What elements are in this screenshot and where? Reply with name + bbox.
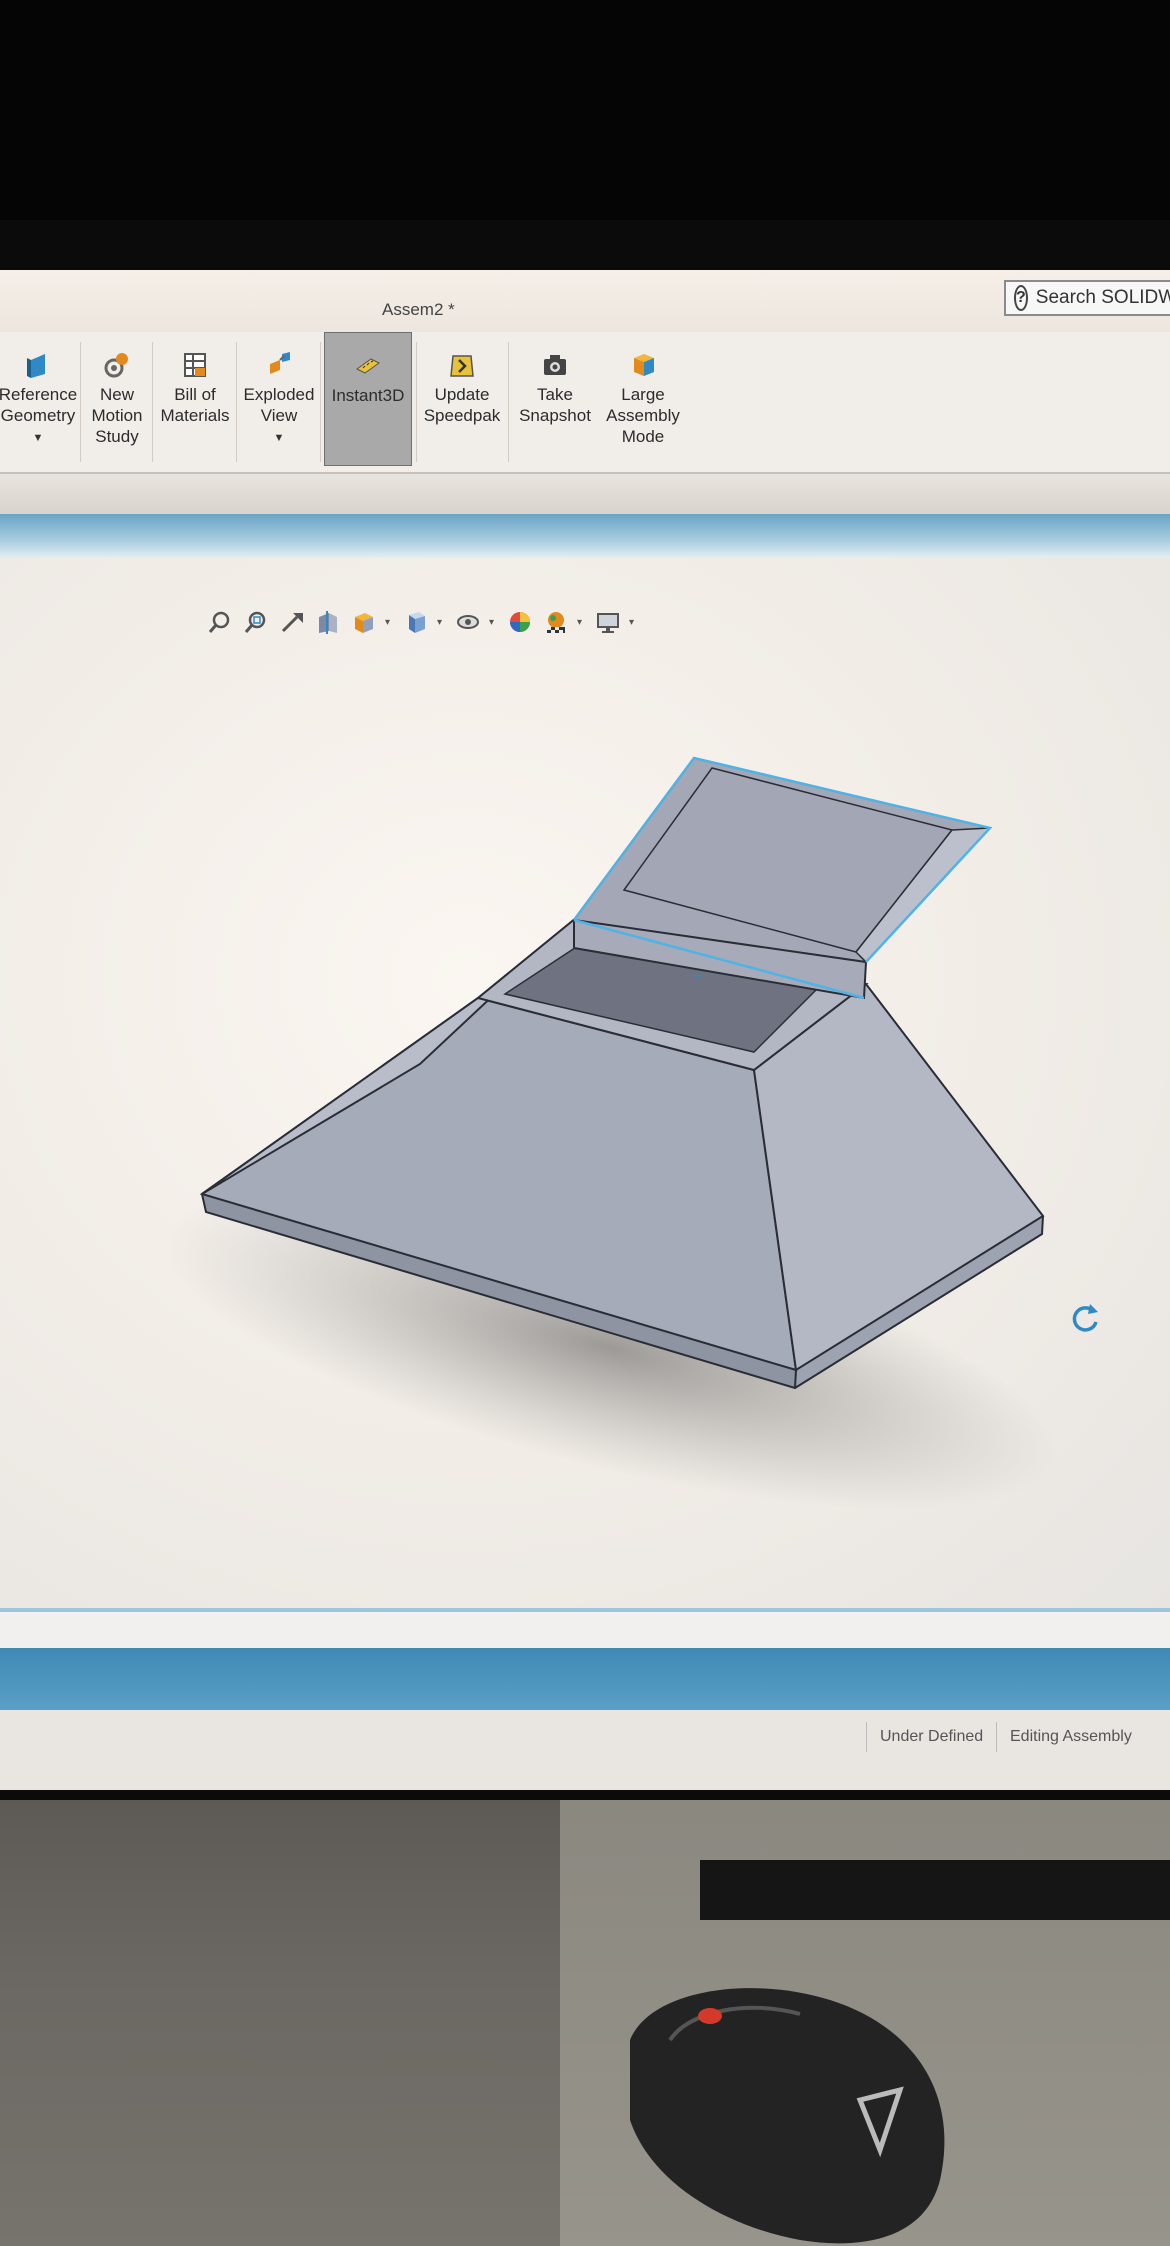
exploded-view-button[interactable]: Exploded View ▼ (240, 332, 318, 466)
instant3d-button[interactable]: Instant3D (324, 332, 412, 466)
large-assembly-icon (634, 354, 654, 376)
ribbon-divider (508, 342, 509, 462)
status-constraint: Under Defined (880, 1728, 984, 1745)
task-strip (0, 1648, 1170, 1710)
reference-geometry-icon (27, 354, 45, 378)
reference-geometry-label-1: Reference (0, 385, 78, 404)
status-divider (866, 1722, 867, 1752)
instant3d-icon (356, 358, 380, 374)
origin-marker: + (692, 968, 704, 984)
chevron-down-icon[interactable]: ▼ (33, 428, 44, 449)
rotate-icon[interactable] (1068, 1300, 1102, 1334)
update-speedpak-label-1: Update (434, 385, 490, 404)
ribbon-divider (416, 342, 417, 462)
speedpak-icon (450, 355, 474, 377)
new-motion-study-label-1: New (99, 385, 134, 404)
take-snapshot-button[interactable]: Take Snapshot (512, 332, 598, 466)
ribbon-divider (152, 342, 153, 462)
instant3d-label: Instant3D (331, 386, 405, 405)
large-assembly-label-1: Large (621, 385, 665, 404)
status-mode: Editing Assembly (1010, 1728, 1132, 1745)
reference-geometry-button[interactable]: Reference Geometry ▼ (0, 332, 78, 466)
corner-edge (794, 1369, 797, 1389)
camera-icon (544, 355, 566, 375)
bill-of-materials-label-2: Materials (160, 406, 230, 425)
monitor-base (700, 1860, 1170, 1920)
large-assembly-label-3: Mode (621, 427, 665, 446)
ribbon-divider (80, 342, 81, 462)
large-assembly-mode-button[interactable]: Large Assembly Mode (600, 332, 686, 466)
solidworks-window: Assem2 * ? Search SOLIDW Reference Geome… (0, 270, 1170, 1790)
search-box[interactable]: ? Search SOLIDW (1004, 280, 1170, 316)
bill-of-materials-button[interactable]: Bill of Materials (156, 332, 234, 466)
graphics-area[interactable]: ▾ ▾ ▾ ▾ ▾ + (0, 558, 1170, 1608)
chevron-down-icon[interactable]: ▼ (274, 428, 285, 449)
ribbon-divider (320, 342, 321, 462)
new-motion-study-label-2: Motion (91, 406, 143, 425)
large-assembly-label-2: Assembly (606, 406, 680, 425)
status-bar: Under Defined Editing Assembly (0, 1710, 1170, 1790)
new-motion-study-label-3: Study (95, 427, 139, 446)
viewport-bottom-border (0, 1608, 1170, 1612)
reference-geometry-label-2: Geometry (0, 406, 76, 425)
document-title: Assem2 * (382, 300, 455, 319)
tab-band (0, 474, 1170, 514)
exploded-view-icon (270, 352, 290, 374)
take-snapshot-label-1: Take (537, 385, 573, 404)
status-divider (996, 1722, 997, 1752)
search-label: Search SOLIDW (1035, 287, 1170, 308)
bill-of-materials-label-1: Bill of (174, 385, 216, 404)
new-motion-study-button[interactable]: New Motion Study (84, 332, 150, 466)
update-speedpak-button[interactable]: Update Speedpak (420, 332, 504, 466)
viewport-top-border (0, 514, 1170, 558)
exploded-view-label-2: View (260, 406, 298, 425)
help-icon[interactable]: ? (1014, 285, 1028, 311)
title-bar: Assem2 * ? Search SOLIDW (0, 270, 1170, 333)
exploded-view-label-1: Exploded (243, 385, 315, 404)
computer-mouse (630, 1988, 945, 2244)
update-speedpak-label-2: Speedpak (423, 406, 501, 425)
ribbon-divider (236, 342, 237, 462)
bill-of-materials-icon (184, 353, 206, 377)
part-model[interactable]: + (0, 558, 1170, 1608)
bottom-panel: Under Defined Editing Assembly (0, 1608, 1170, 1790)
take-snapshot-label-2: Snapshot (519, 406, 591, 425)
motion-study-icon (104, 353, 128, 378)
command-manager-ribbon: Reference Geometry ▼ New Motion Study Bi… (0, 332, 1170, 474)
scroll-wheel-icon (698, 2008, 722, 2024)
